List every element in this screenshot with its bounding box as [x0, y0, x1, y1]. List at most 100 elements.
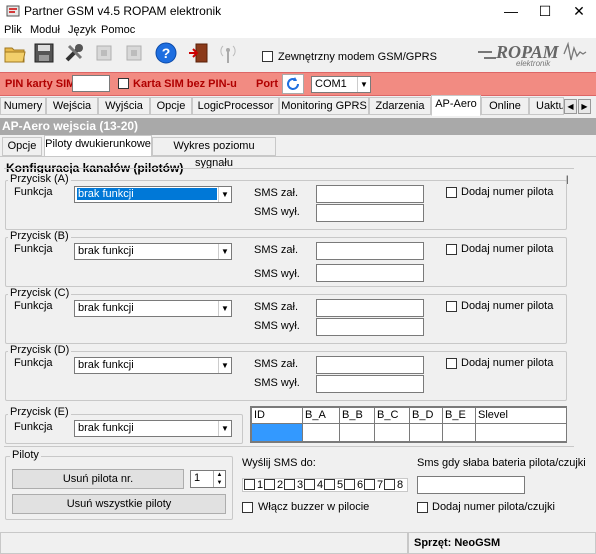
button-a-sms-on-input[interactable] [316, 185, 424, 203]
button-c-add-number-checkbox[interactable] [446, 301, 457, 315]
column-header-b-b[interactable]: B_B [339, 407, 375, 424]
buzzer-checkbox[interactable] [242, 502, 253, 516]
menu-modul[interactable]: Moduł [30, 24, 60, 36]
button-b-sms-off-input[interactable] [316, 264, 424, 282]
external-modem-checkbox[interactable] [262, 51, 273, 65]
subtab-piloty[interactable]: Piloty dwukierunkowe [44, 135, 152, 157]
table-cell[interactable] [302, 423, 340, 442]
spinner-down-icon[interactable]: ▼ [213, 479, 225, 487]
button-c-sms-on-input[interactable] [316, 299, 424, 317]
tab-numery[interactable]: Numery [0, 97, 46, 115]
table-cell[interactable] [374, 423, 410, 442]
help-icon[interactable]: ? [154, 40, 178, 66]
sms-recipient-6-checkbox[interactable] [344, 479, 355, 493]
exit-door-icon[interactable] [186, 40, 210, 66]
table-cell[interactable] [475, 423, 567, 442]
button-b-sms-on-input[interactable] [316, 242, 424, 260]
button-d-sms-on-input[interactable] [316, 356, 424, 374]
remote-number-value: 1 [194, 472, 201, 484]
tab-wejscia[interactable]: Wejścia [46, 97, 98, 115]
battery-add-number-checkbox[interactable] [417, 502, 428, 516]
button-b-function-label: Funkcja [14, 243, 53, 255]
sms-recipient-2-checkbox[interactable] [264, 479, 275, 493]
column-header-b-e[interactable]: B_E [442, 407, 476, 424]
tab-uaktualnij[interactable]: Uaktu [529, 97, 564, 115]
button-b-add-number-label: Dodaj numer pilota [461, 243, 554, 255]
sms-recipient-7-checkbox[interactable] [364, 479, 375, 493]
pin-input[interactable] [72, 75, 110, 92]
chevron-down-icon: ▼ [218, 244, 231, 259]
menu-jezyk[interactable]: Język [68, 24, 96, 36]
button-a-sms-off-input[interactable] [316, 204, 424, 222]
table-cell[interactable] [409, 423, 443, 442]
button-a-add-number-checkbox[interactable] [446, 187, 457, 201]
no-pin-checkbox[interactable] [118, 78, 129, 92]
sms-recipient-2-label: 2 [277, 479, 284, 491]
port-label: Port [256, 78, 278, 90]
sms-recipient-7-label: 7 [377, 479, 384, 491]
tab-wyjscia[interactable]: Wyjścia [98, 97, 150, 115]
tab-zdarzenia[interactable]: Zdarzenia [369, 97, 431, 115]
column-header-b-d[interactable]: B_D [409, 407, 443, 424]
button-a-function-label: Funkcja [14, 186, 53, 198]
gsm-signal-icon [216, 40, 240, 66]
column-header-id[interactable]: ID [251, 407, 303, 424]
sms-recipient-5-label: 5 [337, 479, 344, 491]
remotes-label: Piloty [10, 449, 41, 461]
button-d-add-number-checkbox[interactable] [446, 358, 457, 372]
tabs-scroll-left-icon[interactable]: ◀ [564, 99, 577, 114]
battery-sms-input[interactable] [417, 476, 525, 494]
menu-pomoc[interactable]: Pomoc [101, 24, 135, 36]
button-b-function-select[interactable]: brak funkcji ▼ [74, 243, 232, 260]
button-a-function-select[interactable]: brak funkcji ▼ [74, 186, 232, 203]
tabs-scroll-right-icon[interactable]: ▶ [578, 99, 591, 114]
tab-logicprocessor[interactable]: LogicProcessor [192, 97, 279, 115]
column-header-b-c[interactable]: B_C [374, 407, 410, 424]
maximize-button[interactable]: ☐ [528, 0, 562, 22]
table-cell[interactable] [442, 423, 476, 442]
button-a-label: Przycisk (A) [8, 173, 71, 185]
external-modem-label: Zewnętrzny modem GSM/GPRS [278, 51, 437, 63]
subtab-opcje[interactable]: Opcje [2, 137, 42, 156]
write-device-icon[interactable] [122, 40, 146, 66]
chevron-down-icon: ▼ [218, 301, 231, 316]
port-select[interactable]: COM1 ▼ [311, 76, 371, 93]
sms-recipient-3-label: 3 [297, 479, 304, 491]
minimize-button[interactable]: — [494, 0, 528, 22]
button-a-add-number-label: Dodaj numer pilota [461, 186, 554, 198]
table-cell[interactable] [339, 423, 375, 442]
remove-all-remotes-button[interactable]: Usuń wszystkie piloty [12, 494, 226, 514]
tools-icon[interactable] [62, 40, 86, 66]
remote-number-spinner[interactable]: 1 ▲ ▼ [190, 470, 226, 488]
sms-recipient-4-checkbox[interactable] [304, 479, 315, 493]
button-b-add-number-checkbox[interactable] [446, 244, 457, 258]
column-header-slevel[interactable]: Slevel [475, 407, 567, 424]
button-e-function-select[interactable]: brak funkcji ▼ [74, 420, 232, 437]
column-header-b-a[interactable]: B_A [302, 407, 340, 424]
sms-recipient-5-checkbox[interactable] [324, 479, 335, 493]
subtab-wykres[interactable]: Wykres poziomu sygnału [152, 137, 276, 169]
button-c-function-select[interactable]: brak funkcji ▼ [74, 300, 232, 317]
sms-recipient-8-checkbox[interactable] [384, 479, 395, 493]
button-c-sms-off-input[interactable] [316, 318, 424, 336]
tab-opcje[interactable]: Opcje [150, 97, 192, 115]
close-button[interactable]: ✕ [562, 0, 596, 22]
open-folder-icon[interactable] [3, 40, 27, 66]
sms-recipient-3-checkbox[interactable] [284, 479, 295, 493]
sms-recipient-1-checkbox[interactable] [244, 479, 255, 493]
read-device-icon[interactable] [92, 40, 116, 66]
tab-monitoring-gprs[interactable]: Monitoring GPRS [279, 97, 369, 115]
button-e-function-label: Funkcja [14, 421, 53, 433]
spinner-up-icon[interactable]: ▲ [213, 471, 225, 479]
table-cell-selected[interactable] [251, 423, 303, 442]
tab-ap-aero[interactable]: AP-Aero [431, 95, 481, 116]
remove-remote-button[interactable]: Usuń pilota nr. [12, 469, 184, 489]
remotes-table[interactable]: ID B_A B_B B_C B_D B_E Slevel [250, 406, 567, 443]
button-d-function-select[interactable]: brak funkcji ▼ [74, 357, 232, 374]
button-d-sms-off-input[interactable] [316, 375, 424, 393]
menu-plik[interactable]: Plik [4, 24, 22, 36]
refresh-port-icon[interactable] [282, 74, 304, 94]
config-frame-top [4, 168, 574, 169]
save-icon[interactable] [32, 40, 56, 66]
tab-online[interactable]: Online [481, 97, 529, 115]
